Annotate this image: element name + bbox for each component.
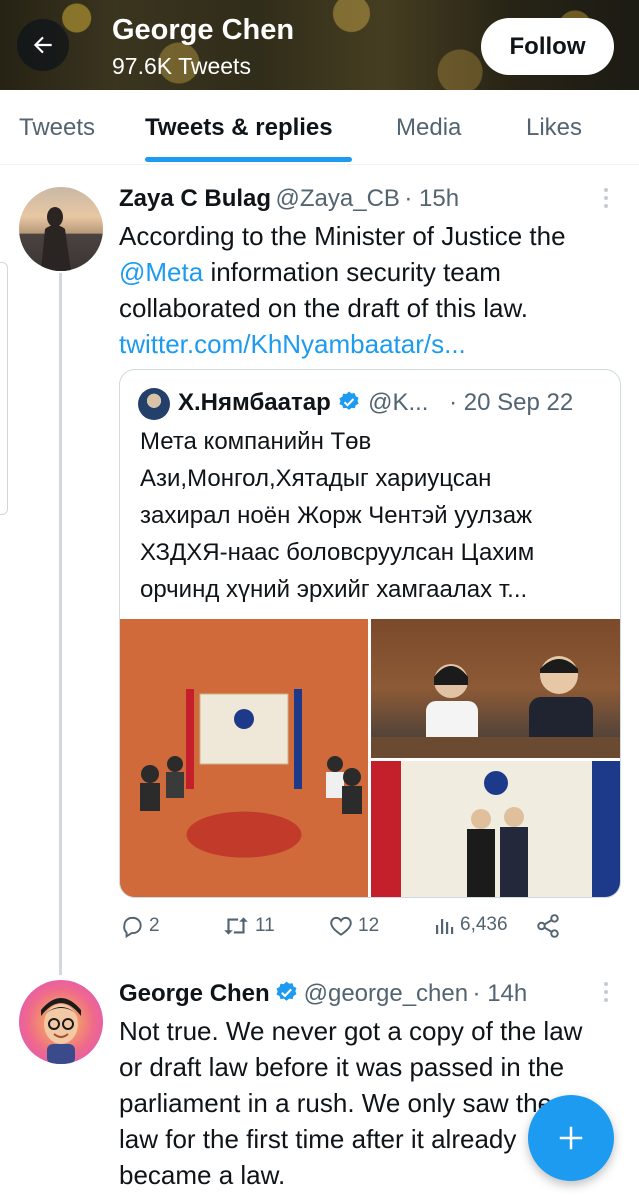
tweet-time[interactable]: · 15h	[404, 185, 459, 212]
tweet-url-link[interactable]: twitter.com/KhNyambaatar/s...	[119, 329, 466, 360]
tweet-text-line: collaborated on the draft of this law.	[119, 293, 529, 323]
tweet-header: Zaya C Bulag @Zaya_CB · 15h	[119, 185, 459, 213]
views-button[interactable]: 6,436	[432, 913, 508, 937]
view-count: 6,436	[460, 914, 508, 935]
thread-connector	[59, 273, 62, 975]
tweet-text-line: became a law.	[119, 1160, 286, 1190]
handshake-photo[interactable]	[371, 761, 620, 897]
quoted-text-line: орчинд хүний эрхийг хамгаалах т...	[140, 576, 528, 603]
quoted-text-line: Мета компанийн Төв	[140, 428, 372, 455]
author-name[interactable]: Zaya C Bulag	[119, 185, 271, 212]
memoji-avatar-icon	[41, 998, 81, 1064]
quoted-tweet-card[interactable]: Х.Нямбаатар @K... · 20 Sep 22 Мета компа…	[119, 369, 621, 898]
tab-tweets[interactable]: Tweets	[19, 114, 95, 142]
reply-icon	[123, 916, 142, 939]
tweet-count: 97.6K Tweets	[112, 53, 251, 79]
author-handle[interactable]: @george_chen	[304, 980, 468, 1007]
tweet-text-line: @Meta information security team	[119, 257, 501, 288]
active-tab-indicator	[145, 157, 352, 162]
meeting-room-photo[interactable]	[120, 619, 368, 897]
profile-header: George Chen 97.6K Tweets Follow	[0, 0, 639, 90]
share-icon	[537, 914, 559, 938]
tweet-text-line: Not true. We never got a copy of the law	[119, 1016, 583, 1046]
quoted-text-line: захирал ноён Жорж Чентэй уулзаж	[140, 502, 533, 529]
reply-count: 2	[149, 915, 160, 936]
tweet-actions: 2 11 12 6,436	[119, 913, 619, 949]
quoted-text-line: ХЗДХЯ-наас боловсруулсан Цахим	[140, 539, 535, 566]
tweet-time[interactable]: · 14h	[473, 980, 528, 1007]
handshake-illustration	[467, 771, 528, 897]
meeting-room-illustration	[140, 689, 362, 814]
author-handle[interactable]: @Zaya_CB	[276, 185, 400, 212]
share-button[interactable]	[535, 913, 561, 939]
tab-media[interactable]: Media	[396, 114, 461, 142]
side-panel-handle[interactable]	[0, 262, 8, 515]
quoted-text-line: Ази,Монгол,Хятадыг хариуцсан	[140, 465, 492, 492]
author-name[interactable]: George Chen	[119, 980, 270, 1007]
avatar[interactable]	[19, 980, 103, 1064]
retweet-count: 11	[255, 915, 275, 936]
profile-name: George Chen	[112, 14, 295, 46]
officials-photo[interactable]	[371, 619, 620, 758]
retweet-button[interactable]: 11	[221, 913, 275, 939]
tweet-text-line: law for the first time after it already	[119, 1124, 517, 1154]
tab-tweets-replies[interactable]: Tweets & replies	[145, 114, 333, 142]
like-button[interactable]: 12	[328, 913, 379, 939]
quoted-date: · 20 Sep 22	[449, 389, 574, 416]
retweet-icon	[224, 917, 248, 935]
views-icon	[436, 919, 454, 934]
tweet-text-line: According to the Minister of Justice the	[119, 221, 566, 251]
heart-icon	[330, 916, 352, 936]
mention-link[interactable]: @Meta	[119, 257, 203, 287]
avatar[interactable]	[19, 187, 103, 271]
more-options-icon[interactable]	[604, 982, 610, 1006]
tweet-header: George Chen @george_chen · 14h	[119, 980, 527, 1008]
officials-illustration	[371, 656, 620, 758]
tweet-text: information security team	[210, 257, 501, 287]
quoted-author-name: Х.Нямбаатар	[178, 389, 331, 416]
quoted-author-handle: @K...	[368, 389, 429, 416]
quoted-header: Х.Нямбаатар @K... · 20 Sep 22	[178, 389, 573, 417]
person-silhouette-icon	[41, 207, 71, 271]
tweet-text-line: or draft law before it was passed in the	[119, 1052, 565, 1082]
verified-badge-icon	[339, 391, 360, 410]
like-count: 12	[358, 915, 380, 936]
back-button[interactable]	[17, 19, 69, 71]
verified-badge-icon	[276, 981, 297, 1001]
back-arrow-icon	[33, 36, 52, 54]
tweet-text-line: parliament in a rush. We only saw the	[119, 1088, 553, 1118]
profile-tabs: Tweets Tweets & replies Media Likes	[0, 90, 639, 165]
tab-likes[interactable]: Likes	[526, 114, 582, 142]
quoted-avatar	[138, 388, 170, 420]
compose-tweet-button[interactable]	[528, 1095, 614, 1181]
follow-button[interactable]: Follow	[481, 18, 614, 75]
plus-icon	[559, 1126, 583, 1150]
reply-button[interactable]: 2	[119, 913, 160, 939]
more-options-icon[interactable]	[604, 188, 610, 212]
